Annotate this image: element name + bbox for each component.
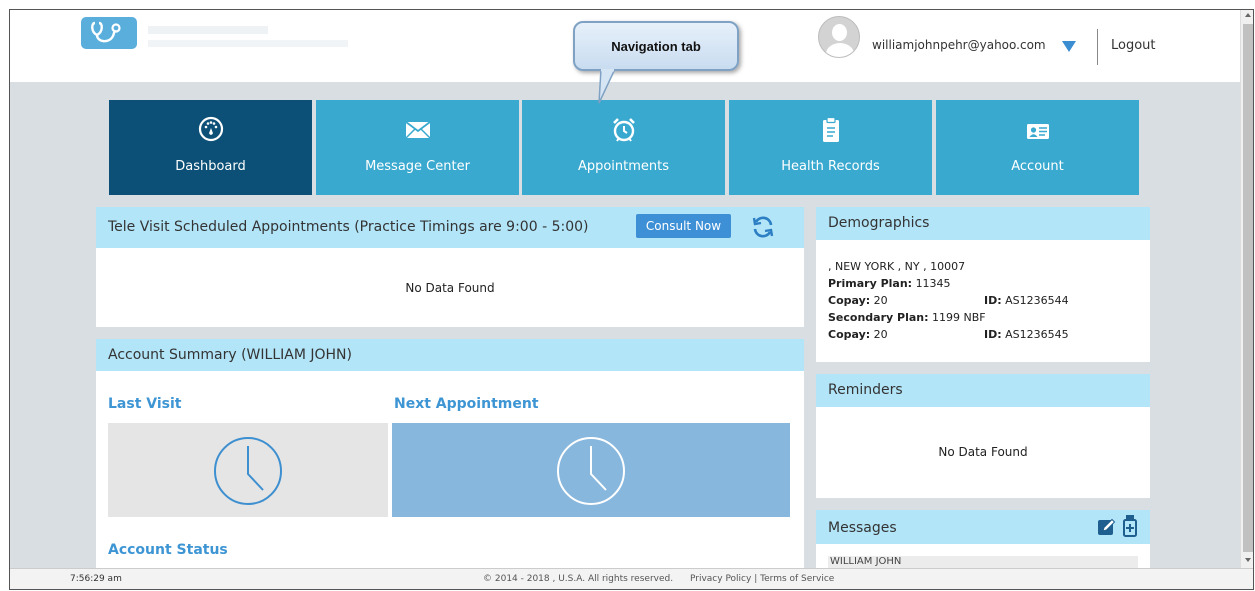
id-label: ID: xyxy=(984,294,1002,307)
logo-tagline xyxy=(148,40,348,47)
stethoscope-logo-icon[interactable] xyxy=(81,17,137,49)
address-text: , NEW YORK , NY , 10007 xyxy=(828,260,966,273)
browser-viewport: williamjohnpehr@yahoo.com Logout Dashboa… xyxy=(9,9,1254,590)
reminders-empty-text: No Data Found xyxy=(938,445,1028,459)
account-summary-panel: Account Summary (WILLIAM JOHN) Last Visi… xyxy=(96,339,804,568)
compose-icon[interactable] xyxy=(1097,517,1117,537)
copay-label: Copay: xyxy=(828,328,871,341)
logout-link[interactable]: Logout xyxy=(1111,38,1156,53)
tab-dashboard[interactable]: Dashboard xyxy=(109,100,312,195)
reminders-title: Reminders xyxy=(828,382,903,398)
tab-label: Health Records xyxy=(781,159,880,174)
demographics-panel: Demographics , NEW YORK , NY , 10007 Pri… xyxy=(816,207,1150,362)
refresh-icon[interactable] xyxy=(751,215,775,239)
secondary-plan-value: 1199 NBF xyxy=(932,311,986,324)
account-summary-header: Account Summary (WILLIAM JOHN) xyxy=(96,339,804,371)
tab-account[interactable]: Account xyxy=(936,100,1139,195)
messages-panel: Messages WILLIAM JOHN xyxy=(816,510,1150,570)
messages-header: Messages xyxy=(816,510,1150,544)
clock-icon xyxy=(557,437,625,505)
privacy-policy-link[interactable]: Privacy Policy xyxy=(690,574,751,584)
navigation-callout: Navigation tab xyxy=(573,21,739,71)
header-divider xyxy=(1097,29,1098,65)
dashboard-icon xyxy=(109,116,312,142)
reminders-header: Reminders xyxy=(816,374,1150,407)
primary-plan-row: Primary Plan: 11345 xyxy=(828,277,951,290)
scroll-down-arrow-icon[interactable] xyxy=(1245,558,1251,562)
copay-row-1: Copay: 20 xyxy=(828,294,888,307)
demographics-title: Demographics xyxy=(828,215,930,231)
copay-value: 20 xyxy=(873,294,888,307)
copay-value: 20 xyxy=(873,328,888,341)
terms-of-service-link[interactable]: Terms of Service xyxy=(760,574,834,584)
id-value: AS1236545 xyxy=(1005,328,1069,341)
tab-appointments[interactable]: Appointments xyxy=(522,100,725,195)
televisit-title: Tele Visit Scheduled Appointments (Pract… xyxy=(108,219,589,235)
consult-now-button[interactable]: Consult Now xyxy=(636,214,731,238)
televisit-panel: Tele Visit Scheduled Appointments (Pract… xyxy=(96,207,804,327)
reminders-panel: Reminders No Data Found xyxy=(816,374,1150,498)
page-scrollbar[interactable] xyxy=(1240,10,1253,568)
footer-copyright: © 2014 - 2018 , U.S.A. All rights reserv… xyxy=(483,574,674,584)
callout-pointer xyxy=(598,69,616,104)
tab-message-center[interactable]: Message Center xyxy=(316,100,519,195)
id-label: ID: xyxy=(984,328,1002,341)
tab-label: Dashboard xyxy=(175,159,246,174)
envelope-icon xyxy=(316,116,519,142)
logo-wordmark xyxy=(148,26,268,34)
tab-label: Account xyxy=(1011,159,1064,174)
tab-health-records[interactable]: Health Records xyxy=(729,100,932,195)
alarm-clock-icon xyxy=(522,116,725,142)
page-footer: 7:56:29 am © 2014 - 2018 , U.S.A. All ri… xyxy=(10,568,1253,589)
id-card-icon xyxy=(936,116,1139,142)
next-appointment-label: Next Appointment xyxy=(394,396,539,412)
user-avatar[interactable] xyxy=(818,16,860,58)
last-visit-card[interactable] xyxy=(108,423,388,517)
callout-text: Navigation tab xyxy=(611,39,701,54)
clock-icon xyxy=(214,437,282,505)
last-visit-label: Last Visit xyxy=(108,396,182,412)
copay-label: Copay: xyxy=(828,294,871,307)
id-value: AS1236544 xyxy=(1005,294,1069,307)
clipboard-icon xyxy=(729,116,932,142)
secondary-plan-row: Secondary Plan: 1199 NBF xyxy=(828,311,986,324)
secondary-plan-label: Secondary Plan: xyxy=(828,311,929,324)
scroll-up-arrow-icon[interactable] xyxy=(1245,13,1251,17)
televisit-empty-text: No Data Found xyxy=(405,281,495,295)
primary-plan-label: Primary Plan: xyxy=(828,277,913,290)
primary-plan-value: 11345 xyxy=(915,277,951,290)
next-appointment-card[interactable] xyxy=(392,423,790,517)
id-row-2: ID: AS1236545 xyxy=(984,328,1069,341)
medication-icon[interactable] xyxy=(1122,514,1138,538)
account-status-label: Account Status xyxy=(108,542,228,558)
demographics-header: Demographics xyxy=(816,207,1150,240)
account-summary-title: Account Summary (WILLIAM JOHN) xyxy=(108,347,352,363)
scroll-thumb[interactable] xyxy=(1243,24,1253,552)
copay-row-2: Copay: 20 xyxy=(828,328,888,341)
televisit-header: Tele Visit Scheduled Appointments (Pract… xyxy=(96,207,804,248)
footer-clock: 7:56:29 am xyxy=(70,574,122,584)
footer-separator: | xyxy=(754,574,758,584)
footer-links: Privacy Policy | Terms of Service xyxy=(690,574,834,584)
id-row-1: ID: AS1236544 xyxy=(984,294,1069,307)
user-email[interactable]: williamjohnpehr@yahoo.com xyxy=(872,38,1046,52)
tab-label: Message Center xyxy=(365,159,470,174)
user-menu-caret-icon[interactable] xyxy=(1062,41,1076,52)
messages-title: Messages xyxy=(828,520,897,536)
tab-label: Appointments xyxy=(577,159,670,174)
